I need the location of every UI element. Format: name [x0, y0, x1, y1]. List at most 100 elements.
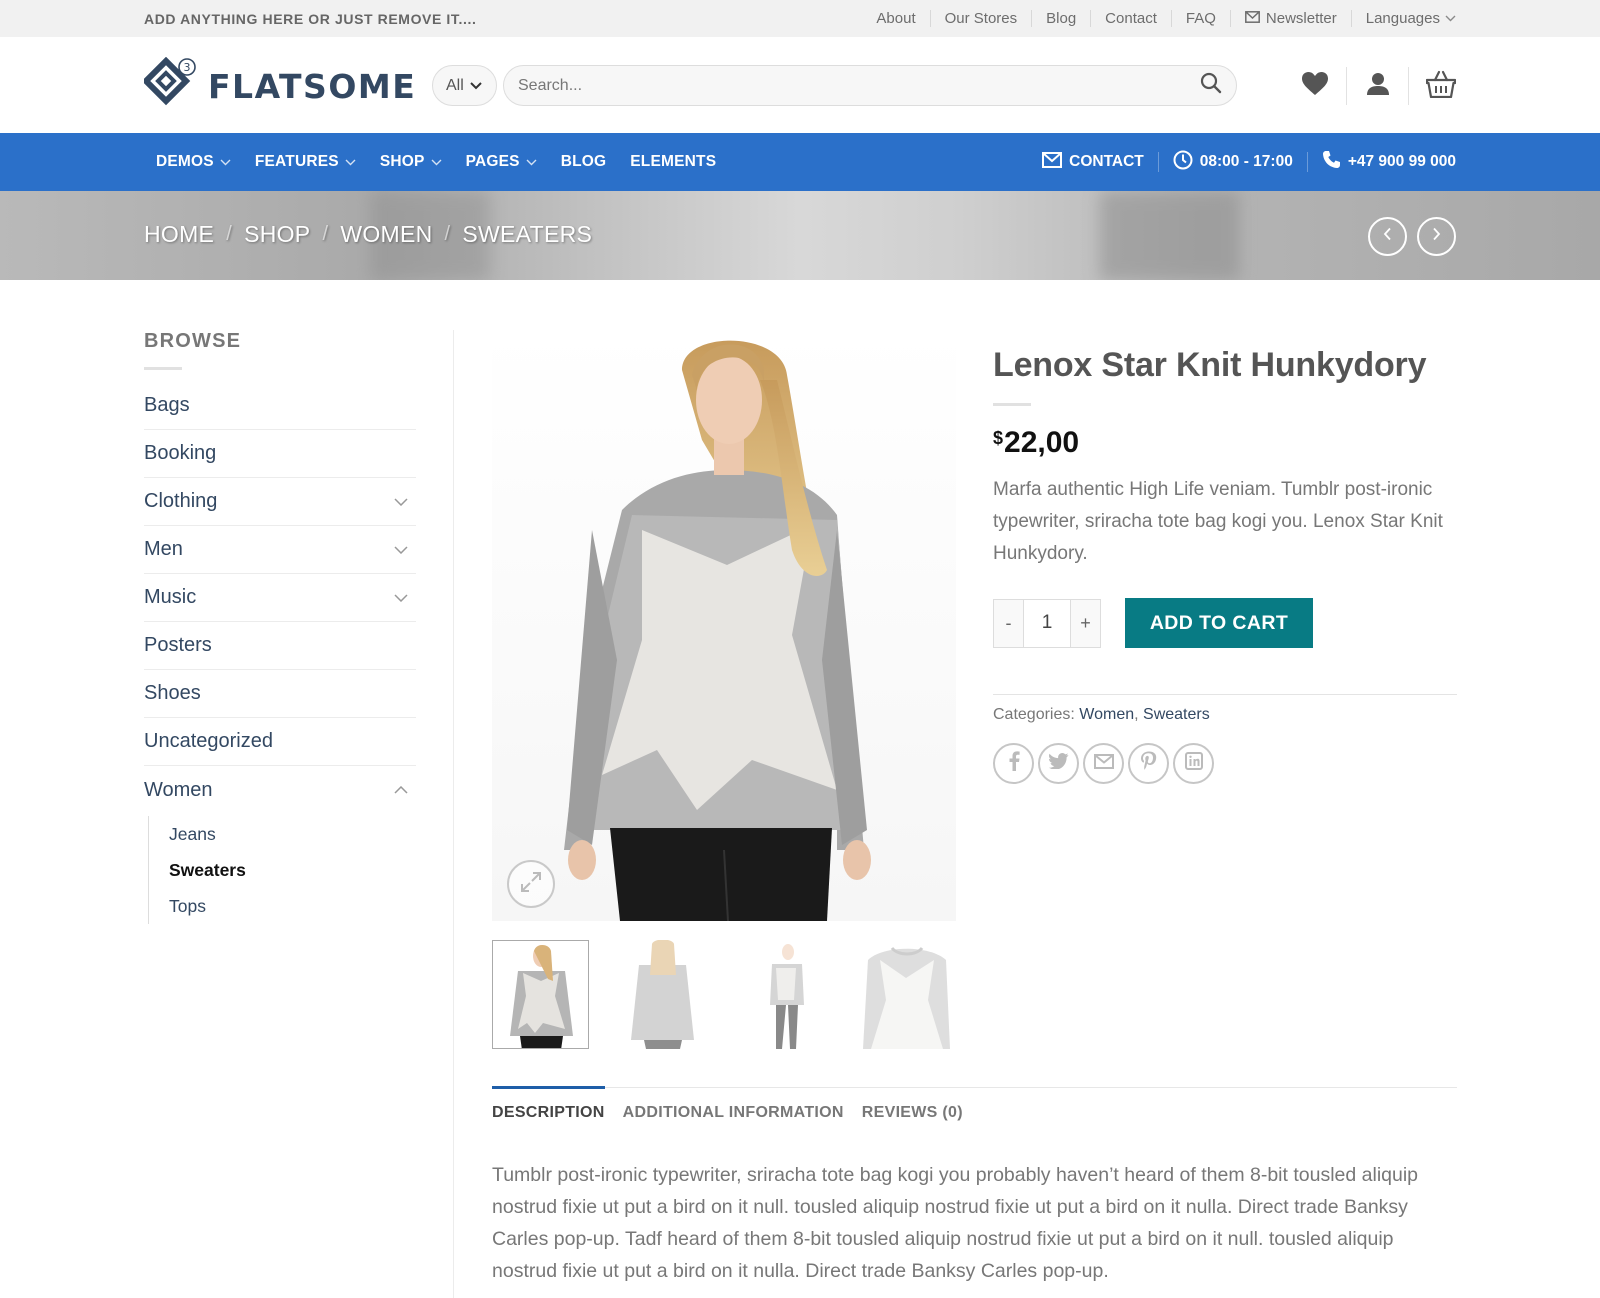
category-link-sweaters[interactable]: Sweaters — [1143, 706, 1210, 723]
breadcrumb-home[interactable]: HOME — [144, 221, 214, 248]
nav-phone-link[interactable]: +47 900 99 000 — [1306, 150, 1456, 174]
search-bar — [503, 65, 1237, 106]
quantity-input[interactable]: 1 — [1023, 599, 1071, 647]
product-main-image[interactable] — [492, 330, 956, 921]
sidebar-title-divider — [144, 367, 182, 370]
sidebar-item-label: Clothing — [144, 490, 218, 512]
top-link-about[interactable]: About — [862, 10, 929, 27]
cart-button[interactable] — [1408, 67, 1457, 105]
category-link-women[interactable]: Women — [1079, 706, 1134, 723]
product-tabs: DESCRIPTION ADDITIONAL INFORMATION REVIE… — [492, 1086, 1457, 1122]
site-header: 3 FLATSOME All — [0, 37, 1600, 133]
nav-contact-link[interactable]: CONTACT — [1028, 151, 1158, 172]
expand-icon — [519, 870, 543, 899]
add-to-cart-row: - 1 + ADD TO CART — [993, 598, 1457, 648]
search-category-select[interactable]: All — [432, 65, 497, 106]
sidebar-item-clothing[interactable]: Clothing — [144, 478, 416, 526]
search-input[interactable] — [518, 76, 1200, 95]
sidebar-item-music[interactable]: Music — [144, 574, 416, 622]
top-link-contact[interactable]: Contact — [1090, 10, 1171, 27]
envelope-icon — [1244, 10, 1260, 27]
nav-hours: 08:00 - 17:00 — [1157, 150, 1307, 175]
add-to-cart-button[interactable]: ADD TO CART — [1125, 598, 1313, 648]
sidebar-item-shoes[interactable]: Shoes — [144, 670, 416, 718]
quantity-plus-button[interactable]: + — [1071, 599, 1100, 647]
languages-label: Languages — [1365, 10, 1440, 27]
newsletter-label: Newsletter — [1265, 10, 1337, 27]
chevron-down-icon[interactable] — [386, 545, 416, 554]
chevron-down-icon — [470, 77, 482, 95]
share-email-button[interactable] — [1083, 743, 1124, 784]
top-link-our-stores[interactable]: Our Stores — [929, 10, 1032, 27]
top-link-faq[interactable]: FAQ — [1170, 10, 1230, 27]
categories-label: Categories: — [993, 706, 1075, 723]
chevron-down-icon — [526, 153, 537, 171]
heart-icon — [1301, 71, 1329, 101]
chevron-down-icon[interactable] — [386, 497, 416, 506]
facebook-icon — [1008, 751, 1020, 776]
sidebar-item-label: Music — [144, 586, 197, 608]
chevron-down-icon — [431, 153, 442, 171]
sidebar-subitem-tops[interactable]: Tops — [169, 888, 416, 924]
previous-product-button[interactable] — [1368, 217, 1407, 256]
product-summary: Lenox Star Knit Hunkydory $ 22,00 Marfa … — [993, 330, 1457, 784]
share-linkedin-button[interactable] — [1173, 743, 1214, 784]
nav-demos[interactable]: DEMOS — [144, 153, 243, 171]
nav-hours-label: 08:00 - 17:00 — [1199, 153, 1293, 170]
product-thumbnail[interactable] — [858, 940, 955, 1049]
search-icon[interactable] — [1200, 72, 1222, 99]
sidebar-item-uncategorized[interactable]: Uncategorized — [144, 718, 416, 766]
clock-icon — [1173, 150, 1200, 175]
breadcrumb-women[interactable]: WOMEN — [340, 221, 432, 248]
sidebar: BROWSE Bags Booking Clothing Men Music P… — [144, 330, 416, 924]
nav-shop-label: SHOP — [379, 153, 425, 170]
share-twitter-button[interactable] — [1038, 743, 1079, 784]
page-title-banner: HOME / SHOP / WOMEN / SWEATERS — [0, 191, 1600, 280]
next-product-button[interactable] — [1417, 217, 1456, 256]
breadcrumb-separator: / — [322, 223, 329, 245]
breadcrumb-shop[interactable]: SHOP — [244, 221, 310, 248]
breadcrumb-separator: / — [226, 223, 233, 245]
tab-description[interactable]: DESCRIPTION — [492, 1086, 605, 1122]
chevron-down-icon — [345, 153, 356, 171]
nav-elements[interactable]: ELEMENTS — [618, 153, 728, 171]
sidebar-item-women[interactable]: Women — [144, 766, 416, 814]
phone-icon — [1322, 150, 1348, 174]
product-nav-arrows — [1358, 217, 1456, 256]
site-logo[interactable]: 3 FLATSOME — [141, 56, 416, 116]
product-thumbnail[interactable] — [492, 940, 589, 1049]
nav-pages[interactable]: PAGES — [454, 153, 549, 171]
sidebar-item-bags[interactable]: Bags — [144, 382, 416, 430]
account-button[interactable] — [1346, 67, 1408, 105]
top-bar: ADD ANYTHING HERE OR JUST REMOVE IT.... … — [0, 0, 1600, 37]
share-facebook-button[interactable] — [993, 743, 1034, 784]
quantity-minus-button[interactable]: - — [994, 599, 1023, 647]
chevron-up-icon[interactable] — [386, 786, 416, 794]
product-photo — [564, 340, 871, 921]
nav-blog[interactable]: BLOG — [549, 153, 619, 171]
sidebar-item-booking[interactable]: Booking — [144, 430, 416, 478]
sidebar-item-men[interactable]: Men — [144, 526, 416, 574]
top-link-blog[interactable]: Blog — [1031, 10, 1090, 27]
zoom-button[interactable] — [507, 860, 555, 908]
sidebar-item-label: Shoes — [144, 682, 201, 704]
chevron-down-icon[interactable] — [386, 593, 416, 602]
category-separator: , — [1134, 706, 1144, 723]
product-thumbnail[interactable] — [736, 940, 833, 1049]
sidebar-item-posters[interactable]: Posters — [144, 622, 416, 670]
wishlist-button[interactable] — [1284, 67, 1346, 105]
search-category-value: All — [446, 76, 464, 94]
tab-additional-information[interactable]: ADDITIONAL INFORMATION — [623, 1088, 844, 1122]
share-pinterest-button[interactable] — [1128, 743, 1169, 784]
sidebar-subitem-jeans[interactable]: Jeans — [169, 816, 416, 852]
tab-reviews[interactable]: REVIEWS (0) — [862, 1088, 963, 1122]
banner-background-shade — [1100, 191, 1240, 280]
top-link-newsletter[interactable]: Newsletter — [1229, 10, 1351, 27]
pinterest-icon — [1140, 751, 1158, 776]
linkedin-icon — [1184, 752, 1203, 775]
nav-features[interactable]: FEATURES — [243, 153, 368, 171]
nav-shop[interactable]: SHOP — [368, 153, 454, 171]
top-link-languages[interactable]: Languages — [1350, 10, 1456, 27]
product-thumbnail[interactable] — [614, 940, 711, 1049]
sidebar-subitem-sweaters[interactable]: Sweaters — [169, 852, 416, 888]
